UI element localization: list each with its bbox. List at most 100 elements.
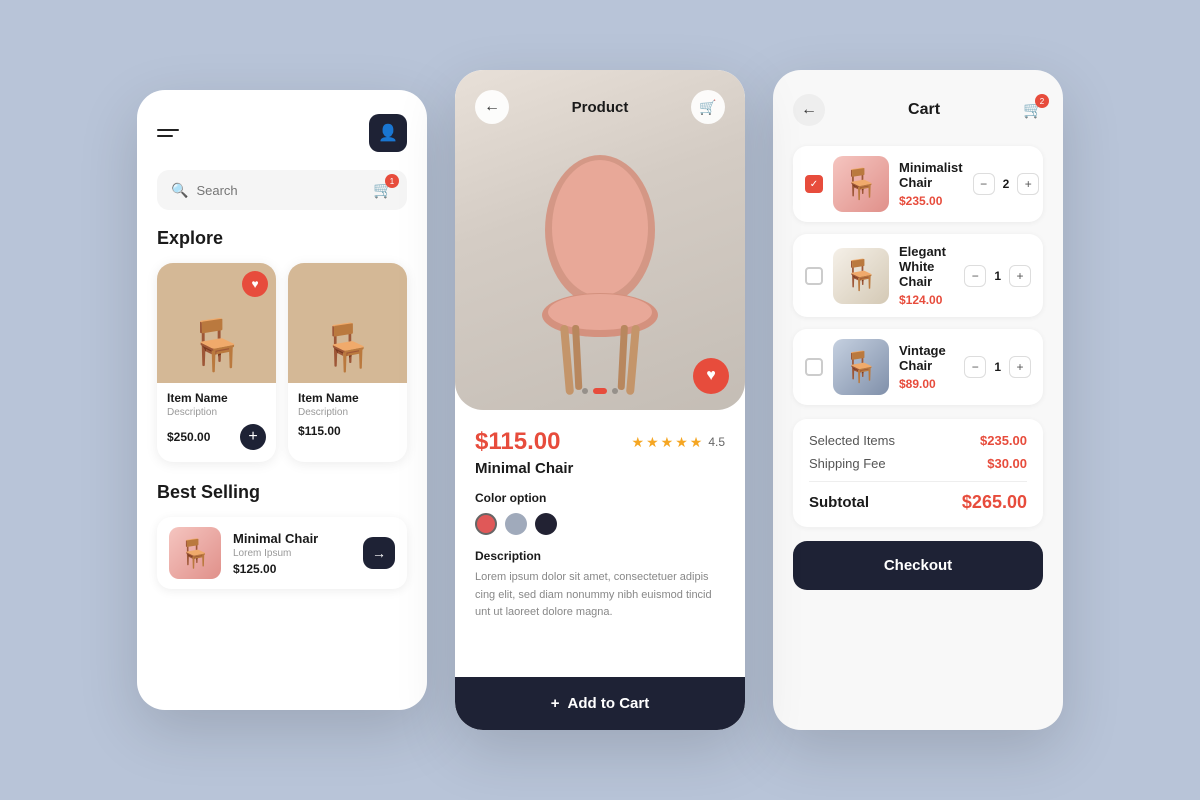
- best-selling-item-1-name: Minimal Chair: [233, 531, 351, 546]
- cart-icon: 🛒: [699, 99, 716, 116]
- best-selling-item-1[interactable]: 🪑 Minimal Chair Lorem Ipsum $125.00 →: [157, 517, 407, 589]
- best-selling-item-1-thumb: 🪑: [169, 527, 221, 579]
- explore-item-2-name: Item Name: [298, 391, 397, 405]
- product-name: Minimal Chair: [475, 460, 725, 477]
- star-3: ★: [661, 434, 674, 451]
- cart-item-3-info: Vintage Chair $89.00: [899, 343, 954, 391]
- color-options: [475, 513, 725, 535]
- add-to-cart-button-1[interactable]: +: [240, 424, 266, 450]
- cart-item-3: 🪑 Vintage Chair $89.00 − 1 +: [793, 329, 1043, 405]
- cart-button[interactable]: 🛒 1: [373, 180, 393, 200]
- subtotal-value: $265.00: [962, 492, 1027, 513]
- dot-1: [582, 388, 588, 394]
- product-price-row: $115.00 ★ ★ ★ ★ ★ 4.5: [475, 428, 725, 456]
- qty-increase-1[interactable]: +: [1017, 173, 1039, 195]
- cart-header: ← Cart 🛒 2: [793, 94, 1043, 126]
- favorite-button-1[interactable]: ♥: [242, 271, 268, 297]
- user-icon: 👤: [378, 123, 398, 143]
- cart-item-1-name: Minimalist Chair: [899, 160, 963, 190]
- cart-badge: 1: [385, 174, 399, 188]
- qty-increase-3[interactable]: +: [1009, 356, 1031, 378]
- best-selling-item-1-info: Minimal Chair Lorem Ipsum $125.00: [233, 531, 351, 576]
- cart-icon-top[interactable]: 🛒: [691, 90, 725, 124]
- cart-item-3-checkbox[interactable]: [805, 358, 823, 376]
- explore-item-1-price: $250.00: [167, 430, 210, 444]
- back-icon: ←: [484, 98, 500, 116]
- cart-items-list: ✓ 🪑 Minimalist Chair $235.00 − 2 + 🪑 Ele…: [793, 146, 1043, 405]
- product-screen-title: Product: [572, 99, 629, 116]
- explore-card-2-body: Item Name Description: [288, 383, 407, 418]
- color-option-red[interactable]: [475, 513, 497, 535]
- qty-increase-2[interactable]: +: [1009, 265, 1031, 287]
- color-option-dark[interactable]: [535, 513, 557, 535]
- product-dots: [582, 388, 618, 394]
- cart-item-2-checkbox[interactable]: [805, 267, 823, 285]
- product-hero: ← Product 🛒: [455, 70, 745, 410]
- product-favorite-button[interactable]: ♥: [693, 358, 729, 394]
- search-icon: 🔍: [171, 182, 188, 199]
- explore-card-1[interactable]: ♥ 🪑 Item Name Description $250.00 +: [157, 263, 276, 462]
- add-to-cart-button[interactable]: + Add to Cart: [455, 677, 745, 730]
- product-price: $115.00: [475, 428, 560, 456]
- menu-icon[interactable]: [157, 129, 179, 137]
- explore-item-2-price: $115.00: [298, 424, 341, 438]
- qty-value-3: 1: [994, 360, 1001, 374]
- checkout-button[interactable]: Checkout: [793, 541, 1043, 590]
- description-section: Description Lorem ipsum dolor sit amet, …: [475, 549, 725, 622]
- home-header: 👤: [157, 114, 407, 152]
- star-1: ★: [632, 434, 645, 451]
- home-screen: 👤 🔍 🛒 1 Explore ♥ 🪑 Item Name Descriptio…: [137, 90, 427, 710]
- explore-grid: ♥ 🪑 Item Name Description $250.00 + 🪑 It…: [157, 263, 407, 462]
- chair-image-1: 🪑: [185, 316, 247, 375]
- explore-item-2-desc: Description: [298, 407, 397, 418]
- qty-decrease-3[interactable]: −: [964, 356, 986, 378]
- cart-item-3-thumb: 🪑: [833, 339, 889, 395]
- cart-item-1-price: $235.00: [899, 194, 963, 208]
- dot-2[interactable]: [593, 388, 607, 394]
- cart-screen: ← Cart 🛒 2 ✓ 🪑 Minimalist Chair $235.00 …: [773, 70, 1063, 730]
- product-chair-image: [500, 150, 700, 410]
- back-button[interactable]: ←: [475, 90, 509, 124]
- star-5: ★: [690, 434, 703, 451]
- explore-card-2-footer: $115.00: [288, 418, 407, 438]
- color-option-grey[interactable]: [505, 513, 527, 535]
- shipping-value: $30.00: [987, 456, 1027, 471]
- product-details: $115.00 ★ ★ ★ ★ ★ 4.5 Minimal Chair Colo…: [455, 410, 745, 677]
- product-rating: ★ ★ ★ ★ ★ 4.5: [632, 434, 726, 451]
- cart-count-badge: 2: [1035, 94, 1049, 108]
- cart-item-1-checkbox[interactable]: ✓: [805, 175, 823, 193]
- best-selling-item-1-arrow[interactable]: →: [363, 537, 395, 569]
- subtotal-label: Subtotal: [809, 494, 869, 511]
- explore-card-1-image: ♥ 🪑: [157, 263, 276, 383]
- qty-decrease-1[interactable]: −: [973, 173, 995, 195]
- explore-card-1-body: Item Name Description: [157, 383, 276, 418]
- cart-summary: Selected Items $235.00 Shipping Fee $30.…: [793, 419, 1043, 527]
- cart-item-2-thumb: 🪑: [833, 248, 889, 304]
- description-text: Lorem ipsum dolor sit amet, consectetuer…: [475, 569, 725, 622]
- qty-value-2: 1: [994, 269, 1001, 283]
- cart-back-button[interactable]: ←: [793, 94, 825, 126]
- search-input[interactable]: [196, 183, 365, 198]
- qty-value-1: 2: [1003, 177, 1010, 191]
- cart-title: Cart: [908, 101, 940, 119]
- cart-item-1-info: Minimalist Chair $235.00: [899, 160, 963, 208]
- cart-item-2-name: Elegant White Chair: [899, 244, 954, 289]
- qty-decrease-2[interactable]: −: [964, 265, 986, 287]
- product-nav: ← Product 🛒: [455, 90, 745, 124]
- cart-item-3-qty: − 1 +: [964, 356, 1031, 378]
- selected-items-row: Selected Items $235.00: [809, 433, 1027, 448]
- cart-back-icon: ←: [801, 101, 817, 119]
- color-section: Color option: [475, 491, 725, 535]
- chair-image-2: 🪑: [319, 320, 376, 375]
- cart-item-1-qty: − 2 +: [973, 173, 1040, 195]
- explore-card-2-image: 🪑: [288, 263, 407, 383]
- shipping-row: Shipping Fee $30.00: [809, 456, 1027, 471]
- explore-card-2[interactable]: 🪑 Item Name Description $115.00: [288, 263, 407, 462]
- cart-item-2: 🪑 Elegant White Chair $124.00 − 1 +: [793, 234, 1043, 317]
- search-bar: 🔍 🛒 1: [157, 170, 407, 210]
- avatar-button[interactable]: 👤: [369, 114, 407, 152]
- cart-item-3-name: Vintage Chair: [899, 343, 954, 373]
- dot-3: [612, 388, 618, 394]
- subtotal-row: Subtotal $265.00: [809, 492, 1027, 513]
- cart-top-icon[interactable]: 🛒 2: [1023, 100, 1043, 120]
